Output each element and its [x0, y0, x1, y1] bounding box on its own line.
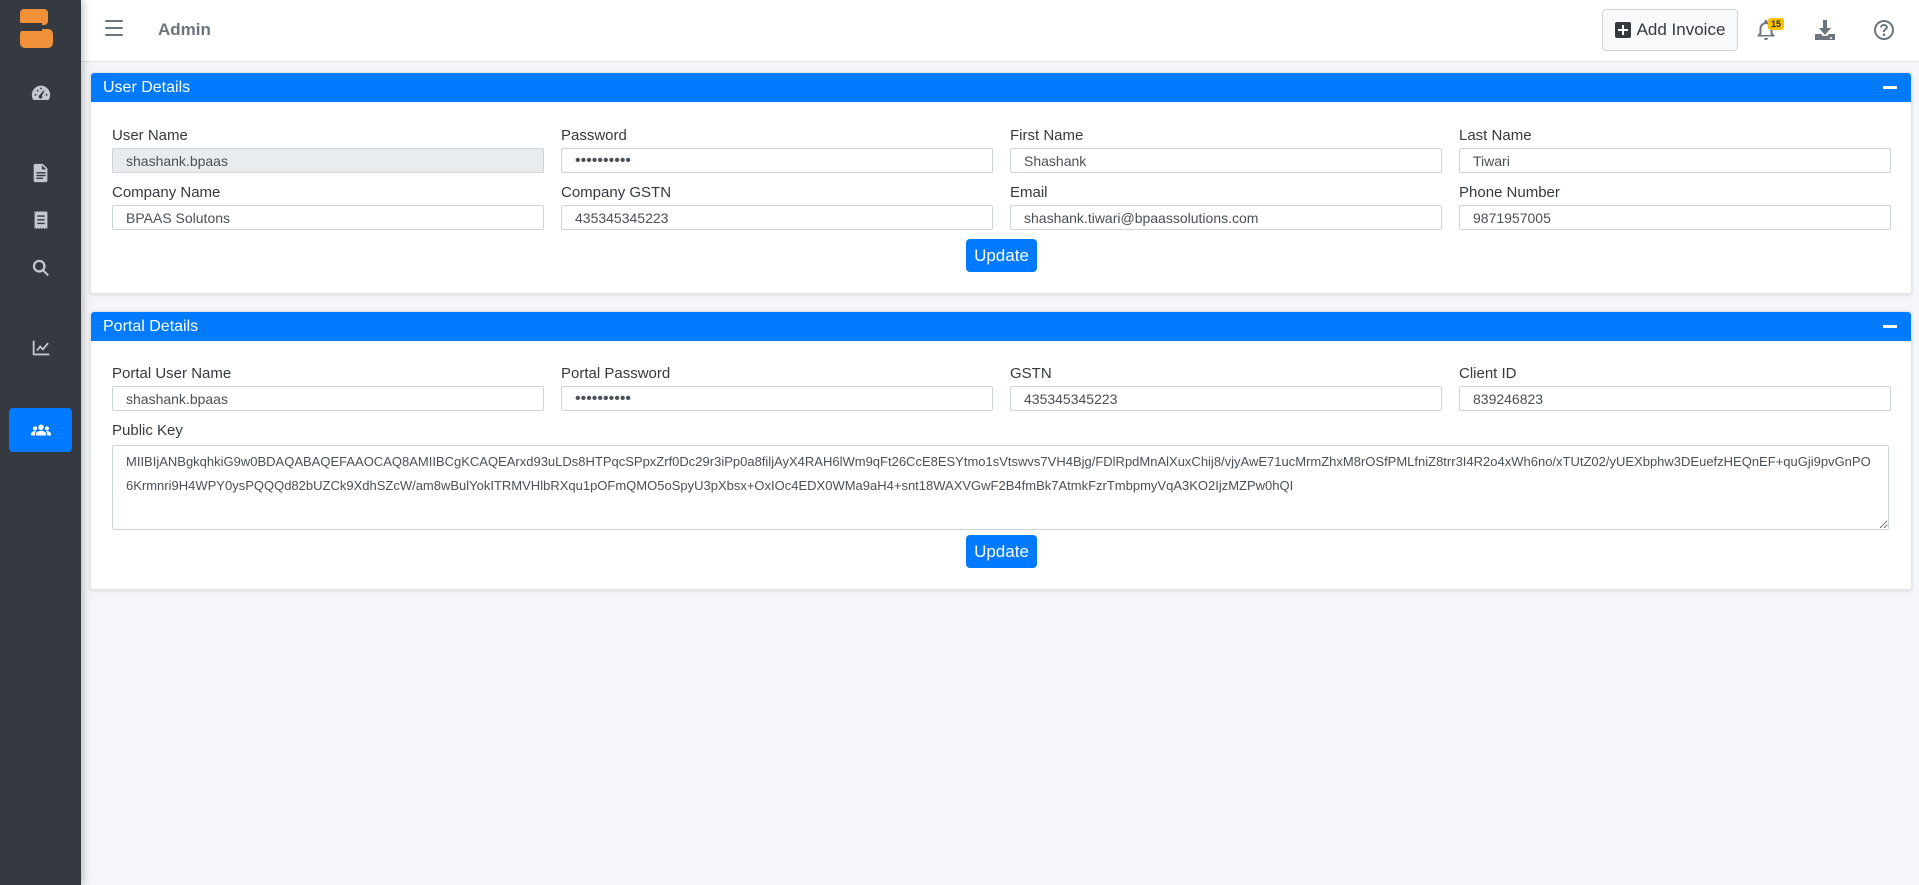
- password-field: Password: [561, 127, 993, 173]
- card-title: User Details: [103, 79, 191, 96]
- sidebar: [0, 0, 81, 885]
- dashboard-icon: [31, 85, 50, 101]
- portal-user-name-field: Portal User Name: [112, 365, 544, 411]
- top-navbar: Admin Add Invoice 15: [81, 0, 1919, 62]
- portal-password-input[interactable]: [561, 386, 993, 411]
- last-name-field: Last Name: [1459, 127, 1891, 173]
- email-input[interactable]: [1010, 205, 1442, 230]
- menu-toggle-icon[interactable]: [105, 20, 123, 38]
- update-portal-button[interactable]: Update: [966, 535, 1037, 568]
- notifications-button[interactable]: 15: [1752, 16, 1785, 44]
- phone-number-field: Phone Number: [1459, 184, 1891, 230]
- public-key-textarea[interactable]: MIIBIjANBgkqhkiG9w0BDAQABAQEFAAOCAQ8AMII…: [112, 445, 1889, 530]
- sidebar-item-reports[interactable]: [9, 326, 72, 370]
- field-label: Email: [1010, 184, 1048, 201]
- last-name-input[interactable]: [1459, 148, 1891, 173]
- field-label: Portal User Name: [112, 365, 232, 382]
- help-button[interactable]: [1870, 16, 1898, 44]
- gstn-input[interactable]: [1010, 386, 1442, 411]
- add-invoice-label: Add Invoice: [1636, 20, 1726, 39]
- collapse-icon[interactable]: [1883, 86, 1897, 89]
- portal-password-field: Portal Password: [561, 365, 993, 411]
- chart-icon: [32, 340, 49, 356]
- brand-logo[interactable]: [20, 9, 58, 49]
- sidebar-item-dashboard[interactable]: [9, 71, 72, 115]
- card-title: Portal Details: [103, 318, 199, 335]
- phone-number-input[interactable]: [1459, 205, 1891, 230]
- field-label: User Name: [112, 127, 188, 144]
- company-gstn-field: Company GSTN: [561, 184, 993, 230]
- document-icon: [33, 163, 47, 183]
- client-id-field: Client ID: [1459, 365, 1891, 411]
- field-label: Phone Number: [1459, 184, 1560, 201]
- user-details-card: User Details User Name Password First Na…: [90, 72, 1912, 294]
- update-user-button[interactable]: Update: [966, 239, 1037, 272]
- company-gstn-input[interactable]: [561, 205, 993, 230]
- search-icon: [32, 259, 49, 277]
- portal-details-header: Portal Details: [91, 312, 1911, 341]
- notification-badge: 15: [1768, 18, 1785, 30]
- sidebar-item-search[interactable]: [9, 246, 72, 290]
- collapse-icon[interactable]: [1883, 325, 1897, 328]
- first-name-field: First Name: [1010, 127, 1442, 173]
- download-icon: [1815, 20, 1835, 40]
- field-label: First Name: [1010, 127, 1084, 144]
- field-label: Password: [561, 127, 627, 144]
- help-circle-icon: [1874, 20, 1894, 40]
- page-title: Admin: [158, 20, 211, 39]
- sidebar-item-invoices[interactable]: [9, 198, 72, 242]
- user-name-input[interactable]: [112, 148, 544, 173]
- field-label: Last Name: [1459, 127, 1532, 144]
- gstn-field: GSTN: [1010, 365, 1442, 411]
- sidebar-item-documents[interactable]: [9, 151, 72, 195]
- field-label: Company GSTN: [561, 184, 672, 201]
- company-name-input[interactable]: [112, 205, 544, 230]
- field-label: Portal Password: [561, 365, 671, 382]
- field-label: GSTN: [1010, 365, 1052, 382]
- sidebar-item-users[interactable]: [9, 408, 72, 452]
- user-details-header: User Details: [91, 73, 1911, 102]
- field-label: Client ID: [1459, 365, 1517, 382]
- client-id-input[interactable]: [1459, 386, 1891, 411]
- email-field: Email: [1010, 184, 1442, 230]
- user-name-field: User Name: [112, 127, 544, 173]
- users-icon: [30, 424, 51, 436]
- company-name-field: Company Name: [112, 184, 544, 230]
- first-name-input[interactable]: [1010, 148, 1442, 173]
- plus-square-icon: [1614, 22, 1631, 38]
- public-key-field: Public Key: [112, 422, 183, 440]
- field-label: Public Key: [112, 422, 183, 439]
- field-label: Company Name: [112, 184, 221, 201]
- add-invoice-button[interactable]: Add Invoice: [1602, 9, 1738, 51]
- portal-user-name-input[interactable]: [112, 386, 544, 411]
- password-input[interactable]: [561, 148, 993, 173]
- download-button[interactable]: [1811, 16, 1839, 44]
- portal-details-card: Portal Details Portal User Name Portal P…: [90, 311, 1912, 590]
- receipt-icon: [34, 210, 47, 230]
